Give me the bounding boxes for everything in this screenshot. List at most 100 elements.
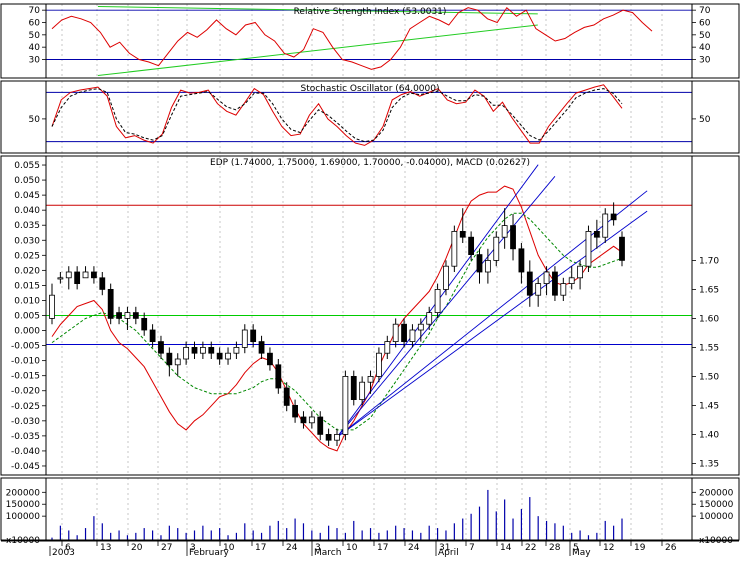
x-day-label: 26 [665,543,677,553]
left-tick-label: 60 [29,19,41,29]
candle-body [49,294,55,319]
candle-body [468,236,475,255]
x-day-label: 20 [131,543,143,553]
candle-body [208,346,215,354]
x-day-label: 13 [100,543,111,553]
x-month-label: February [189,548,230,558]
right-tick-label: 40 [699,43,711,53]
candle-body [417,323,424,331]
candle-body [552,271,558,296]
candle-body [443,265,449,290]
candle-body [107,288,114,319]
candle-body [65,271,72,279]
x-day-label: 19 [634,543,646,553]
candle-body [57,277,64,280]
candle-body [74,271,81,285]
x-day-label: 10 [346,543,358,553]
candle-body [250,329,257,343]
candle-body [241,329,248,348]
candle-body [132,312,139,319]
candle-body [401,323,407,343]
candle-body [392,323,399,343]
x-day-label: 17 [255,543,266,553]
candle-body [367,375,374,383]
left-tick-label: 50 [29,115,41,125]
x-day-label: 27 [161,543,172,553]
x-month-label: 2003 [52,548,75,558]
candle-body [275,364,282,389]
candle-body [317,416,324,435]
candle-body [359,381,366,401]
left-tick-label: -0.010 [11,357,40,367]
candle-body [166,352,173,366]
left-tick-label: -0.035 [11,432,40,442]
right-tick-label: 1.60 [699,314,719,324]
candle-body [376,352,382,377]
candle-body [183,346,190,360]
left-tick-label: 200000 [6,488,41,498]
right-tick-label: 50 [699,31,711,41]
right-tick-label: 100000 [699,512,734,522]
left-tick-label: 0.050 [14,176,40,186]
right-tick-label: 60 [699,19,711,29]
right-tick-label: 200000 [699,488,734,498]
candle-body [334,433,340,441]
candle-body [610,213,617,221]
candle-body [124,312,131,319]
x-day-label: 14 [500,543,512,553]
candle-body [233,346,240,354]
candle [585,225,592,272]
rsi-title: Relative Strength Index (53.0031) [294,7,447,17]
candle-body [484,259,491,273]
candle [451,225,458,272]
candle-body [292,404,298,418]
candle-body [267,352,273,366]
left-tick-label: 0.030 [14,236,40,246]
candle-body [510,225,516,250]
candle-body [409,329,416,343]
candle-body [526,271,533,296]
candle-body [518,248,525,273]
candle-body [350,375,357,400]
right-tick-label: 50 [699,115,711,125]
stock-chart: 6 13 20 27 3 10 17 24 3 10 17 24 31 7 14 22 28 5 12 19 26200… [0,0,740,558]
right-tick-label: 1.40 [699,430,719,440]
left-tick-label: -0.005 [11,342,40,352]
candle [107,283,114,325]
candle-body [577,265,583,279]
left-tick-label: -0.015 [11,372,40,382]
x-month-label: May [572,548,591,558]
x-day-label: 22 [525,543,536,553]
left-tick-label: 0.000 [14,327,40,337]
left-tick-label: -0.030 [11,417,40,427]
candle-body [174,358,181,366]
candle-body [199,346,206,354]
candle-body [501,225,508,238]
candle-body [99,277,106,290]
candle-body [300,416,307,424]
left-tick-label: -0.045 [11,462,40,472]
right-tick-label: 150000 [699,500,734,510]
candle-body [451,230,458,267]
candle-body [82,271,89,279]
left-tick-label: 100000 [6,512,41,522]
right-tick-label: 1.65 [699,285,719,295]
candle-body [535,283,542,296]
candle-body [560,283,567,296]
right-tick-label: 1.50 [699,372,719,382]
left-tick-label: -0.020 [11,387,40,397]
x-month-label: March [314,548,341,558]
candle-body [191,346,198,354]
left-tick-label: 40 [29,43,41,53]
candle-body [434,288,441,313]
left-tick-label: 0.005 [14,312,40,322]
x-day-label: 24 [408,543,420,553]
x-day-label: 12 [603,543,614,553]
left-tick-label: -0.025 [11,402,40,412]
candle-body [283,387,290,406]
candle-body [258,341,265,354]
candle-body [593,230,600,238]
left-tick-label: -0.040 [11,447,40,457]
left-tick-label: 70 [29,6,41,16]
x-day-label: 28 [549,543,561,553]
